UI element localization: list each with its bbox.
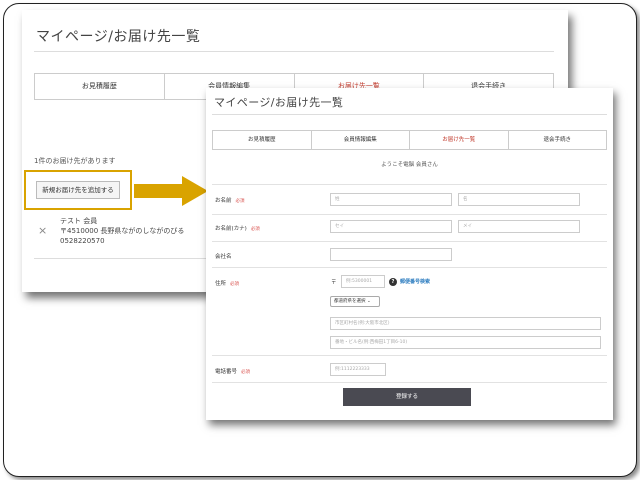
zip-input[interactable]: 例:5300001 <box>341 275 385 288</box>
name-label: お名前 必須 <box>215 196 245 204</box>
remove-address-icon[interactable]: × <box>38 224 47 237</box>
form-divider <box>212 267 607 268</box>
tab-delivery-list[interactable]: お届け先一覧 <box>410 131 509 149</box>
page-title: マイページ/お届け先一覧 <box>214 96 344 109</box>
front-panel: マイページ/お届け先一覧 お見積履歴 会員情報編集 お届け先一覧 退会手続き よ… <box>206 88 613 420</box>
page-title: マイページ/お届け先一覧 <box>36 29 201 45</box>
street-input[interactable]: 番地・ビル名(例:西梅田1丁目6-10) <box>330 336 601 349</box>
mypage-tabs: お見積履歴 会員情報編集 お届け先一覧 退会手続き <box>212 130 607 150</box>
company-label: 会社名 <box>215 254 232 260</box>
help-icon[interactable]: ? <box>389 278 397 286</box>
form-divider <box>212 214 607 215</box>
last-name-input[interactable]: 姓 <box>330 193 452 206</box>
required-badge: 必須 <box>250 227 260 232</box>
required-badge: 必須 <box>241 370 251 375</box>
register-button[interactable]: 登録する <box>343 388 471 406</box>
address-label: 住所 必須 <box>215 279 239 287</box>
address-count: 1件のお届け先があります <box>34 157 116 165</box>
first-name-input[interactable]: 名 <box>458 193 580 206</box>
phone-input[interactable]: 例:1112223333 <box>330 363 386 376</box>
last-name-kana-input[interactable]: セイ <box>330 220 452 233</box>
name-label-text: お名前 <box>215 198 232 204</box>
address-line: 〒4510000 長野県ながのしながのびる <box>60 227 185 235</box>
title-divider <box>34 51 554 52</box>
tab-withdraw[interactable]: 退会手続き <box>509 131 607 149</box>
first-name-kana-input[interactable]: メイ <box>458 220 580 233</box>
welcome-message: ようこそ電脳 会員さん <box>381 162 438 168</box>
form-divider <box>212 355 607 356</box>
city-input[interactable]: 市区町村名(例:大阪市北区) <box>330 317 601 330</box>
required-badge: 必須 <box>235 199 245 204</box>
phone-label: 電話番号 必須 <box>215 367 250 375</box>
form-divider <box>212 184 607 185</box>
tab-quote-history[interactable]: お見積履歴 <box>35 74 165 99</box>
form-divider <box>212 382 607 383</box>
kana-label-text: お名前(カナ) <box>215 226 247 232</box>
form-divider <box>212 241 607 242</box>
prefecture-select-value: 都道府県を選択 <box>334 299 366 304</box>
phone-label-text: 電話番号 <box>215 369 238 375</box>
kana-label: お名前(カナ) 必須 <box>215 224 260 232</box>
tab-quote-history[interactable]: お見積履歴 <box>213 131 312 149</box>
company-input[interactable] <box>330 248 452 261</box>
title-divider <box>212 114 607 115</box>
arrow-right-icon <box>134 176 208 206</box>
required-badge: 必須 <box>230 282 240 287</box>
prefecture-select[interactable]: 都道府県を選択 ⌄ <box>330 296 380 307</box>
chevron-down-icon: ⌄ <box>366 299 371 304</box>
add-address-button[interactable]: 新規お届け先を追加する <box>36 181 120 199</box>
address-name: テスト 会員 <box>60 217 98 225</box>
tab-member-edit[interactable]: 会員情報編集 <box>312 131 410 149</box>
address-entry: テスト 会員 〒4510000 長野県ながのしながのびる 0528220570 <box>60 216 184 246</box>
address-phone: 0528220570 <box>60 237 105 245</box>
address-label-text: 住所 <box>215 281 227 287</box>
zip-search-link[interactable]: 郵便番号検索 <box>400 278 430 285</box>
zip-mark: 〒 <box>331 280 337 286</box>
